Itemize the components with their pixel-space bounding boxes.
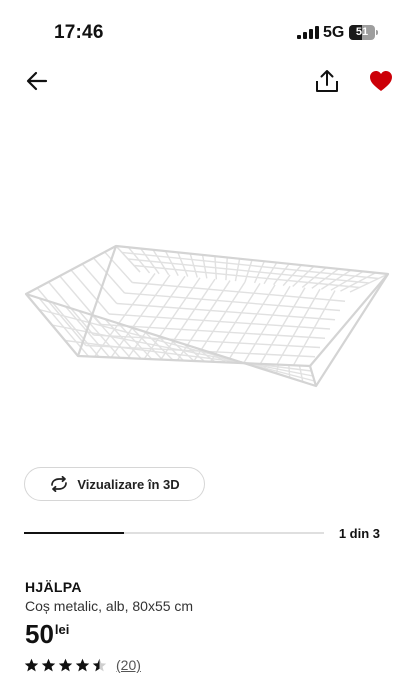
arrow-left-icon[interactable] xyxy=(24,68,50,94)
product-price: 50 lei xyxy=(25,619,69,649)
carousel-pager: 1 din 3 xyxy=(338,526,380,541)
star-filled-icon xyxy=(58,658,73,671)
view-3d-label: Vizualizare în 3D xyxy=(77,476,180,492)
carousel-progress xyxy=(24,532,324,534)
status-time: 17:46 xyxy=(54,22,104,43)
rotate-3d-icon xyxy=(51,476,68,492)
view-3d-button[interactable]: Vizualizare în 3D xyxy=(24,467,205,501)
star-filled-icon xyxy=(75,658,90,671)
carousel-progress-fill xyxy=(24,532,124,534)
product-name: HJÄLPA xyxy=(25,579,82,595)
status-bar: 17:46 5G 51 xyxy=(0,0,414,62)
star-half-icon xyxy=(92,658,107,671)
product-page: 17:46 5G 51 Vizualizare în 3D 1 din 3 HJ… xyxy=(0,0,414,699)
star-filled-icon xyxy=(24,658,39,671)
price-value: 50 xyxy=(25,619,54,649)
price-currency: lei xyxy=(54,622,70,637)
star-filled-icon xyxy=(41,658,56,671)
network-type: 5G xyxy=(323,24,345,41)
signal-icon xyxy=(297,26,319,39)
product-description: Coș metalic, alb, 80x55 cm xyxy=(25,598,194,614)
battery-percent: 51 xyxy=(355,26,369,38)
rating-stars xyxy=(24,658,107,673)
review-count-link[interactable]: (20) xyxy=(116,657,141,673)
battery-icon: 51 xyxy=(349,25,379,40)
product-rating[interactable]: (20) xyxy=(24,657,141,673)
heart-filled-icon[interactable] xyxy=(368,68,394,94)
share-icon[interactable] xyxy=(313,67,341,95)
wire-basket-image[interactable] xyxy=(20,230,394,400)
